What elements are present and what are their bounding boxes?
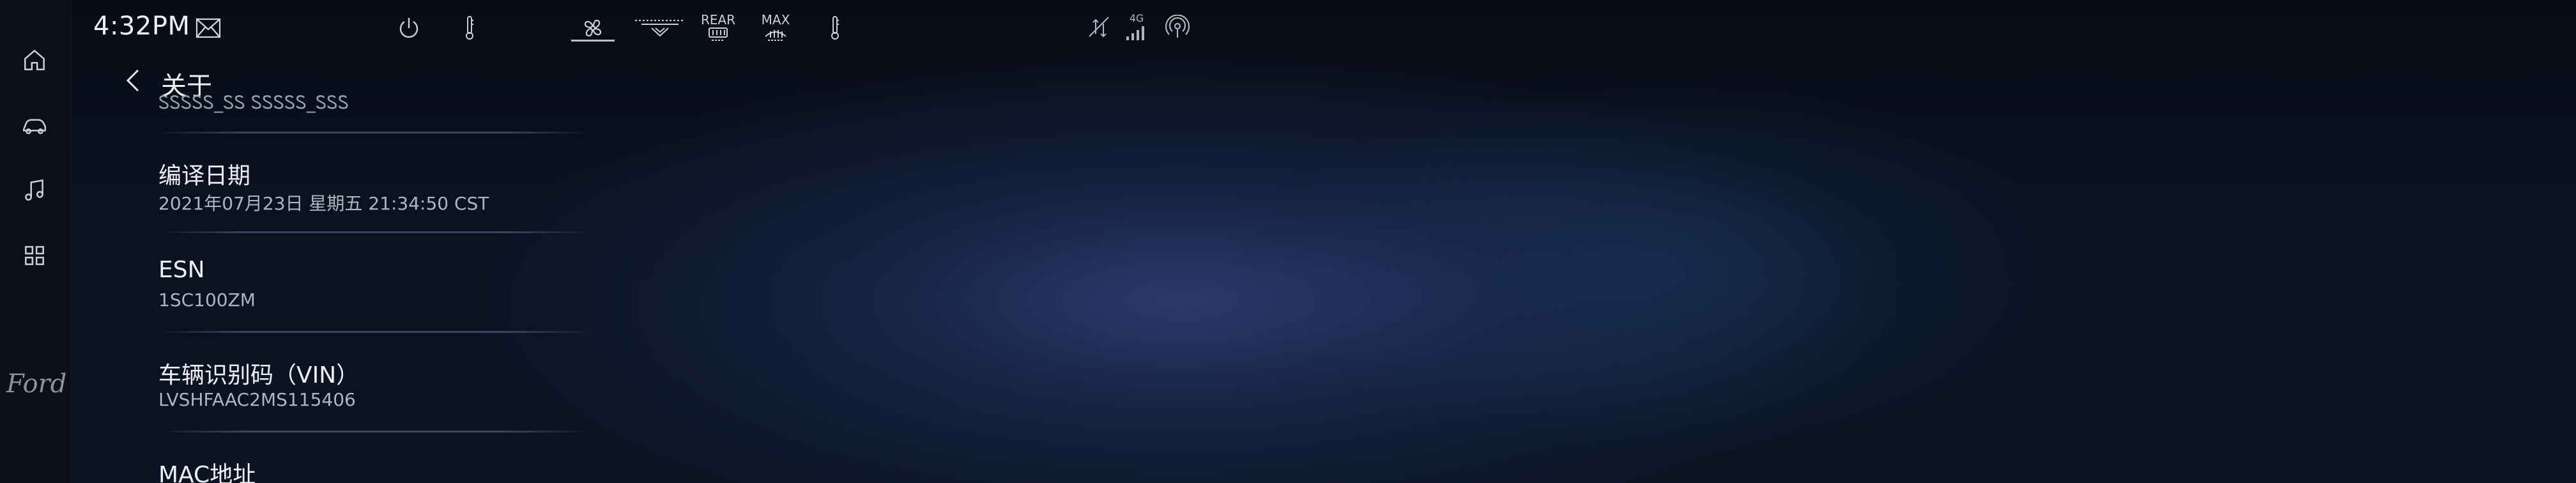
- temperature-right-icon[interactable]: [819, 8, 851, 49]
- mail-icon[interactable]: [194, 15, 222, 41]
- sidebar: Ford: [0, 0, 71, 483]
- power-icon[interactable]: [390, 8, 428, 49]
- apps-grid-icon[interactable]: [19, 240, 50, 271]
- wireless-hotspot-icon: [1163, 12, 1192, 43]
- mac-address-label: MAC地址: [158, 462, 256, 483]
- temperature-left-icon[interactable]: [454, 8, 486, 49]
- vin-label: 车辆识别码（VIN）: [158, 362, 360, 388]
- back-button[interactable]: [120, 66, 146, 95]
- partial-row-value: ᏚᏚᏚᏚᏚ_ᏚᏚ ᏚᏚᏚᏚᏚ_ᏚᏚᏚ: [158, 92, 349, 113]
- vin-value: LVSHFAAC2MS115406: [158, 389, 356, 410]
- esn-label: ESN: [158, 257, 205, 283]
- rear-defrost-button[interactable]: REAR: [699, 8, 737, 49]
- ford-logo: Ford: [6, 369, 67, 399]
- clock: 4:32PM: [93, 12, 190, 41]
- network-type-label: 4G: [1129, 12, 1144, 24]
- signal-4g-icon: 4G: [1122, 12, 1151, 43]
- music-icon[interactable]: [19, 175, 50, 206]
- car-icon[interactable]: [19, 110, 50, 141]
- divider: [157, 132, 592, 134]
- divider: [157, 431, 592, 433]
- home-icon[interactable]: [19, 45, 50, 75]
- esn-value: 1SC100ZM: [158, 289, 256, 310]
- divider: [157, 231, 592, 233]
- fan-active-indicator: [571, 40, 615, 42]
- chevron-left-icon: [126, 69, 139, 92]
- divider: [157, 331, 592, 333]
- fan-icon[interactable]: [571, 8, 615, 49]
- rear-defrost-label: REAR: [700, 12, 736, 27]
- rear-defrost-icon: [709, 27, 728, 41]
- build-date-value: 2021年07月23日 星期五 21:34:50 CST: [158, 193, 489, 214]
- airflow-defrost-icon[interactable]: [632, 8, 687, 49]
- max-defrost-label: MAX: [761, 12, 790, 27]
- about-list[interactable]: ᏚᏚᏚᏚᏚ_ᏚᏚ ᏚᏚᏚᏚᏚ_ᏚᏚᏚ 编译日期 2021年07月23日 星期五 …: [157, 89, 592, 483]
- data-transfer-icon: [1085, 12, 1114, 43]
- max-defrost-icon: [765, 30, 786, 41]
- build-date-label: 编译日期: [158, 163, 251, 189]
- max-defrost-button[interactable]: MAX: [756, 8, 795, 49]
- status-bar: 4:32PM REAR MAX 4G: [70, 0, 2576, 59]
